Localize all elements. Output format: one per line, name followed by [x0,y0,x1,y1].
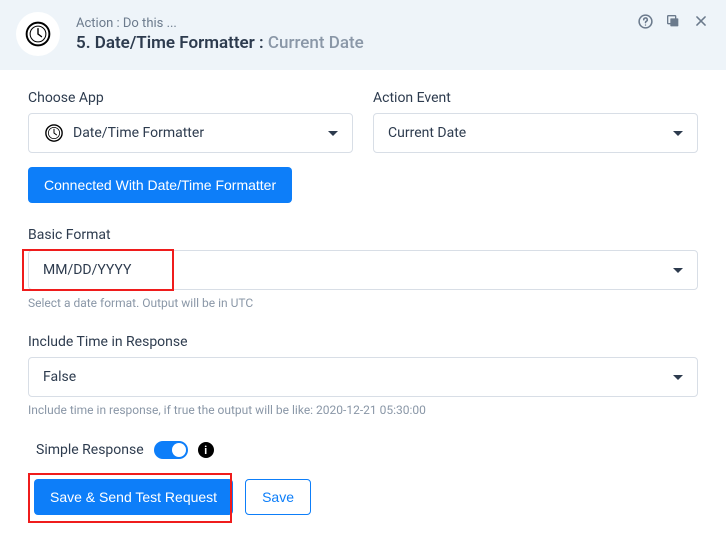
close-icon[interactable] [692,12,710,30]
header-text: Action : Do this ... 5. Date/Time Format… [76,16,710,53]
simple-response-toggle[interactable] [154,441,188,459]
simple-response-label: Simple Response [36,442,144,458]
header-title: 5. Date/Time Formatter : Current Date [76,33,710,53]
clock-icon [24,20,52,48]
chevron-down-icon [673,268,683,273]
clock-icon [43,122,65,144]
basic-format-label: Basic Format [28,227,698,243]
include-time-label: Include Time in Response [28,334,698,350]
include-time-value: False [43,369,76,385]
chevron-down-icon [673,375,683,380]
header-title-prefix: 5. Date/Time Formatter : [76,33,264,53]
panel-content: Choose App Date/Time Formatter Action Ev [0,70,726,541]
action-event-value: Current Date [388,125,466,141]
choose-app-label: Choose App [28,90,353,106]
chevron-down-icon [673,131,683,136]
panel-header: Action : Do this ... 5. Date/Time Format… [0,0,726,70]
basic-format-hint: Select a date format. Output will be in … [28,296,698,310]
header-pretitle: Action : Do this ... [76,16,710,31]
info-icon[interactable]: i [198,442,214,458]
include-time-select[interactable]: False [28,357,698,397]
app-icon-container [16,12,60,56]
action-event-select[interactable]: Current Date [373,113,698,153]
header-title-sub: Current Date [268,33,364,53]
basic-format-value: MM/DD/YYYY [43,262,131,278]
basic-format-select[interactable]: MM/DD/YYYY [28,250,698,290]
header-actions [636,12,710,30]
choose-app-value: Date/Time Formatter [73,125,204,141]
choose-app-select[interactable]: Date/Time Formatter [28,113,353,153]
connected-button[interactable]: Connected With Date/Time Formatter [28,167,292,203]
help-icon[interactable] [636,12,654,30]
copy-icon[interactable] [664,12,682,30]
action-event-label: Action Event [373,90,698,106]
include-time-hint: Include time in response, if true the ou… [28,403,698,417]
chevron-down-icon [328,131,338,136]
